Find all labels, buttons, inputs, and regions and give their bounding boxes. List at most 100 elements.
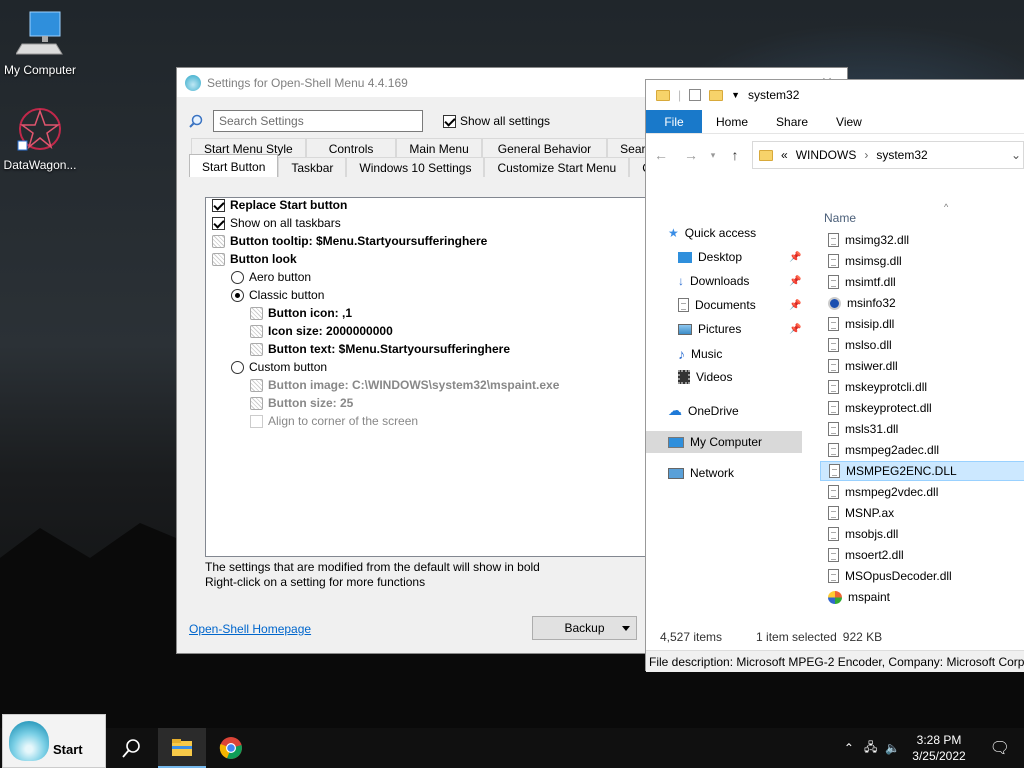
checkbox-checked[interactable] <box>212 216 225 230</box>
new-folder-icon[interactable] <box>709 89 724 101</box>
tab-windows-10-settings[interactable]: Windows 10 Settings <box>346 157 485 177</box>
pin-icon[interactable]: 📌 <box>789 324 801 335</box>
setting-button-image[interactable]: Button image: C:\WINDOWS\system32\mspain… <box>250 378 559 392</box>
nav-quick-access[interactable]: ★ Quick access <box>668 226 756 240</box>
homepage-link[interactable]: Open-Shell Homepage <box>189 622 311 636</box>
setting-icon-size[interactable]: Icon size: 2000000000 <box>250 324 393 338</box>
setting-show-on-all-taskbars[interactable]: Show on all taskbars <box>212 216 341 230</box>
nav-network[interactable]: Network <box>668 466 734 480</box>
file-row[interactable]: msobjs.dll <box>820 524 1024 544</box>
chevron-down-icon[interactable]: ▼ <box>731 90 740 100</box>
tab-taskbar[interactable]: Taskbar <box>278 157 347 177</box>
nav-documents[interactable]: Documents <box>678 298 756 312</box>
column-header-name[interactable]: Name <box>824 211 856 225</box>
file-row[interactable]: MSOpusDecoder.dll <box>820 566 1024 586</box>
file-row[interactable]: msiwer.dll <box>820 356 1024 376</box>
setting-replace-start-button[interactable]: Replace Start button <box>212 198 347 212</box>
setting-button-icon[interactable]: Button icon: ,1 <box>250 306 352 320</box>
file-row[interactable]: mskeyprotect.dll <box>820 398 1024 418</box>
file-row[interactable]: msimtf.dll <box>820 272 1024 292</box>
file-row[interactable]: mslso.dll <box>820 335 1024 355</box>
file-row[interactable]: mskeyprotcli.dll <box>820 377 1024 397</box>
ribbon-view-tab[interactable]: View <box>822 110 876 133</box>
radio-selected[interactable] <box>231 288 244 302</box>
ribbon-file-tab[interactable]: File <box>646 110 702 133</box>
file-row-selected[interactable]: MSMPEG2ENC.DLL <box>820 461 1024 481</box>
file-row[interactable]: msinfo32 <box>820 293 1024 313</box>
nav-pictures[interactable]: Pictures <box>678 322 741 336</box>
taskbar-file-explorer[interactable] <box>158 728 206 768</box>
nav-music[interactable]: ♪ Music <box>678 346 722 362</box>
backup-button[interactable]: Backup <box>532 616 637 640</box>
file-row[interactable]: msimg32.dll <box>820 230 1024 250</box>
breadcrumb-system32[interactable]: system32 <box>876 148 927 162</box>
setting-classic-button[interactable]: Classic button <box>231 288 324 302</box>
notifications-icon[interactable]: 🗨 <box>990 738 1010 758</box>
folder-icon <box>656 89 670 101</box>
radio-unselected[interactable] <box>231 270 244 284</box>
pin-icon[interactable]: 📌 <box>789 300 801 311</box>
breadcrumb-windows[interactable]: WINDOWS <box>796 148 857 162</box>
file-row[interactable]: msoert2.dll <box>820 545 1024 565</box>
start-button[interactable]: Start <box>2 714 106 768</box>
ribbon-home-tab[interactable]: Home <box>702 110 762 133</box>
chevron-up-icon[interactable]: ⌃ <box>844 741 854 755</box>
sort-ascending-icon[interactable]: ^ <box>944 202 948 212</box>
desktop-icon-label: DataWagon... <box>3 158 77 172</box>
recent-locations-icon[interactable]: ▾ <box>706 150 720 161</box>
file-row[interactable]: mspaint <box>820 587 1024 607</box>
show-all-settings-checkbox[interactable]: Show all settings <box>443 114 550 128</box>
file-row[interactable]: msmpeg2vdec.dll <box>820 482 1024 502</box>
setting-button-size[interactable]: Button size: 25 <box>250 396 353 410</box>
chevron-right-icon[interactable]: › <box>864 148 868 162</box>
chrome-icon[interactable] <box>219 736 243 760</box>
file-row[interactable]: msls31.dll <box>820 419 1024 439</box>
nav-downloads[interactable]: ↓ Downloads <box>678 274 749 288</box>
checkbox-checked[interactable] <box>212 198 225 212</box>
pin-icon[interactable]: 📌 <box>789 252 801 263</box>
file-row[interactable]: msimsg.dll <box>820 251 1024 271</box>
breadcrumb-overflow[interactable]: « <box>781 148 788 162</box>
tab-customize-start-menu[interactable]: Customize Start Menu <box>484 157 630 177</box>
volume-icon[interactable]: 🔈 <box>885 741 900 755</box>
nav-onedrive[interactable]: ☁ OneDrive <box>668 402 739 419</box>
tab-controls[interactable]: Controls <box>305 138 397 158</box>
explorer-titlebar[interactable]: | ▼ system32 <box>646 80 1024 110</box>
ribbon-share-tab[interactable]: Share <box>762 110 822 133</box>
tab-start-button[interactable]: Start Button <box>189 154 279 177</box>
setting-aero-button[interactable]: Aero button <box>231 270 311 284</box>
file-row[interactable]: msmpeg2adec.dll <box>820 440 1024 460</box>
file-row[interactable]: msisip.dll <box>820 314 1024 334</box>
properties-icon[interactable] <box>689 89 702 101</box>
setting-button-look[interactable]: Button look <box>212 252 297 266</box>
forward-arrow-icon[interactable]: → <box>676 147 706 163</box>
search-icon[interactable] <box>120 736 144 760</box>
nav-desktop[interactable]: Desktop <box>678 250 742 264</box>
checkbox-checked[interactable] <box>443 114 456 128</box>
desktop-icon-my-computer[interactable]: My Computer <box>0 10 80 77</box>
back-arrow-icon[interactable]: ← <box>646 147 676 163</box>
radio-unselected[interactable] <box>231 360 244 374</box>
tab-general-behavior[interactable]: General Behavior <box>481 138 608 158</box>
network-icon[interactable]: 🖧 <box>864 738 877 759</box>
setting-button-text[interactable]: Button text: $Menu.Startyoursufferingher… <box>250 342 510 356</box>
file-row[interactable]: MSNP.ax <box>820 503 1024 523</box>
address-bar[interactable]: « WINDOWS › system32 ⌄ <box>752 141 1024 169</box>
chevron-down-icon[interactable] <box>622 626 630 631</box>
setting-custom-button[interactable]: Custom button <box>231 360 327 374</box>
system-info-icon <box>828 296 841 310</box>
nav-my-computer[interactable]: My Computer <box>646 431 802 453</box>
desktop-icon-datawagon[interactable]: DataWagon... <box>0 105 80 172</box>
nav-label: Downloads <box>690 274 750 288</box>
search-settings-input[interactable]: Search Settings <box>213 110 423 132</box>
pin-icon[interactable]: 📌 <box>789 276 801 287</box>
setting-button-tooltip[interactable]: Button tooltip: $Menu.Startyoursuffering… <box>212 234 487 248</box>
clock[interactable]: 3:28 PM 3/25/2022 <box>912 732 965 764</box>
up-arrow-icon[interactable]: ↑ <box>720 147 750 163</box>
setting-align-to-corner[interactable]: Align to corner of the screen <box>250 414 418 428</box>
chevron-down-icon[interactable]: ⌄ <box>1011 148 1021 162</box>
tab-main-menu[interactable]: Main Menu <box>396 138 482 158</box>
nav-videos[interactable]: Videos <box>678 370 732 384</box>
file-name: msisip.dll <box>845 317 895 331</box>
checkbox-disabled[interactable] <box>250 414 263 428</box>
